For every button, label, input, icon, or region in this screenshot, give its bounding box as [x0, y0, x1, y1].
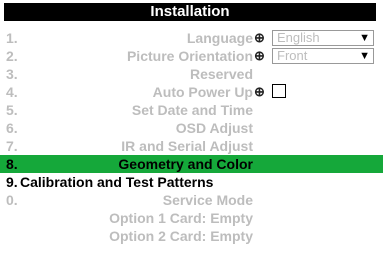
menu-item-reserved: 3. Reserved: [0, 65, 383, 83]
menu-item-label: Calibration and Test Patterns: [20, 174, 214, 190]
menu-item-label: Service Mode: [162, 192, 253, 208]
menu-item-osd-adjust[interactable]: 6. OSD Adjust: [0, 119, 383, 137]
installation-menu: Installation 1. Language ⊕ English ▼ 2. …: [0, 0, 383, 253]
menu-item-number: 8.: [6, 156, 18, 172]
menu-item-number: 1.: [6, 30, 18, 46]
menu-item-service-mode[interactable]: 0. Service Mode: [0, 191, 383, 209]
language-value: English: [277, 30, 320, 45]
language-dropdown[interactable]: English ▼: [272, 30, 374, 46]
menu-item-label: Set Date and Time: [131, 102, 253, 118]
lock-icon: ⊕: [254, 84, 265, 99]
lock-icon: ⊕: [254, 30, 265, 45]
menu-item-number: 3.: [6, 66, 18, 82]
menu-item-label: Auto Power Up: [152, 84, 253, 100]
menu-item-number: 5.: [6, 102, 18, 118]
menu-item-picture-orientation[interactable]: 2. Picture Orientation ⊕ Front ▼: [0, 47, 383, 65]
option-1-card-status: Option 1 Card: Empty: [0, 209, 383, 227]
menu-item-label: IR and Serial Adjust: [121, 138, 253, 154]
menu-item-label: OSD Adjust: [175, 120, 253, 136]
menu-title: Installation: [4, 3, 376, 21]
menu-item-label: Option 1 Card: Empty: [109, 210, 253, 226]
menu-item-number: 7.: [6, 138, 18, 154]
menu-item-number: 4.: [6, 84, 18, 100]
menu-item-label: Geometry and Color: [118, 156, 253, 172]
menu-item-label: Option 2 Card: Empty: [109, 228, 253, 244]
menu-item-label: Reserved: [189, 66, 253, 82]
menu-item-number: 0.: [6, 192, 18, 208]
chevron-down-icon: ▼: [359, 50, 370, 62]
chevron-down-icon: ▼: [359, 32, 370, 44]
menu-item-geometry-color[interactable]: 8. Geometry and Color: [0, 155, 383, 173]
picture-orientation-dropdown[interactable]: Front ▼: [272, 48, 374, 64]
menu-item-label: Picture Orientation: [126, 48, 253, 64]
option-2-card-status: Option 2 Card: Empty: [0, 227, 383, 245]
menu-item-calibration-test-patterns[interactable]: 9. Calibration and Test Patterns: [0, 173, 383, 191]
menu-item-set-date-time[interactable]: 5. Set Date and Time: [0, 101, 383, 119]
menu-item-language[interactable]: 1. Language ⊕ English ▼: [0, 29, 383, 47]
lock-icon: ⊕: [254, 48, 265, 63]
menu-item-ir-serial-adjust[interactable]: 7. IR and Serial Adjust: [0, 137, 383, 155]
menu-item-number: 6.: [6, 120, 18, 136]
menu-item-auto-power-up[interactable]: 4. Auto Power Up ⊕: [0, 83, 383, 101]
auto-power-up-checkbox[interactable]: [272, 84, 286, 98]
picture-orientation-value: Front: [277, 48, 308, 63]
menu-item-label: Language: [186, 30, 253, 46]
menu-item-number: 2.: [6, 48, 18, 64]
